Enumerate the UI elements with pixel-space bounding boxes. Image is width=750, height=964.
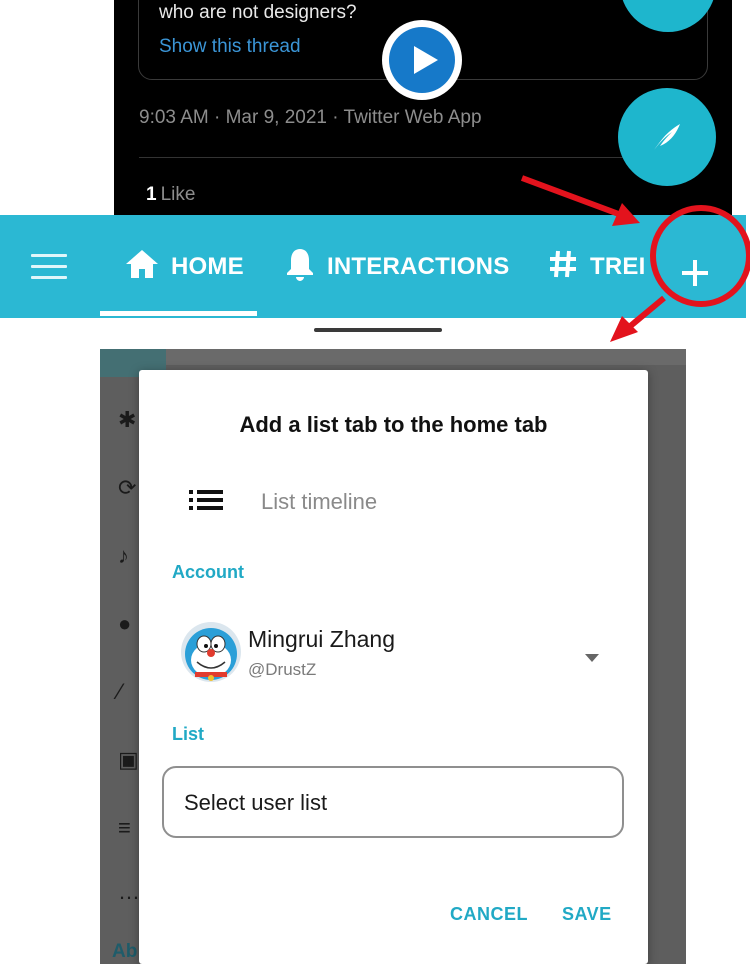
message-icon: ▣ <box>118 747 139 772</box>
like-label: Like <box>160 184 196 205</box>
tweet-detail-panel: who are not designers? Show this thread … <box>114 0 732 215</box>
compose-tweet-fab[interactable] <box>618 88 716 186</box>
bottom-sheet-handle[interactable] <box>314 328 442 332</box>
bell-icon <box>285 247 327 288</box>
hamburger-icon[interactable] <box>31 254 67 280</box>
avatar <box>181 622 241 682</box>
account-section-label: Account <box>172 562 244 582</box>
tab-interactions[interactable]: INTERACTIONS <box>285 247 510 288</box>
dropdown-arrow-icon[interactable] <box>585 649 599 667</box>
bell-icon: ♪ <box>118 543 129 568</box>
dialog-title: Add a list tab to the home tab <box>239 412 548 437</box>
account-handle: @DrustZ <box>248 660 317 679</box>
hashtag-icon <box>548 249 590 286</box>
refresh-icon: ⟳ <box>118 475 137 500</box>
globe-icon: ● <box>118 611 132 636</box>
account-name: Mingrui Zhang <box>248 626 396 652</box>
like-count-row[interactable]: 1 Like <box>146 184 195 206</box>
more-icon: … <box>118 879 140 904</box>
tweet-timestamp: 9:03 AM · Mar 9, 2021 · Twitter Web App <box>139 107 482 128</box>
tab-home[interactable]: HOME <box>125 249 244 285</box>
list-icon <box>189 489 223 516</box>
tab-home-label: HOME <box>171 253 244 280</box>
tab-trends-label: TREI <box>590 253 646 280</box>
list-section-label: List <box>172 724 205 744</box>
add-list-tab-dialog: Add a list tab to the home tab List time… <box>139 370 648 964</box>
user-list-select[interactable]: Select user list <box>162 766 624 838</box>
quoted-tweet-text: who are not designers? <box>159 2 357 23</box>
selected-tab-indicator <box>100 311 257 316</box>
list-icon: ≡ <box>118 815 131 840</box>
drawer-section-label: Ab <box>112 941 138 962</box>
home-tab-bar: HOME INTERACTIONS TREI <box>0 215 746 318</box>
show-thread-link[interactable]: Show this thread <box>159 36 301 58</box>
account-selector[interactable]: Mingrui Zhang @DrustZ <box>181 622 611 684</box>
like-count: 1 <box>146 184 157 205</box>
annotation-highlight-circle <box>650 205 750 307</box>
home-icon <box>125 249 171 286</box>
tab-type-label: List timeline <box>261 489 378 514</box>
puzzle-icon: ✱ <box>118 407 137 432</box>
drawer-strip <box>166 349 686 365</box>
cancel-button[interactable]: CANCEL <box>450 904 528 925</box>
tab-interactions-label: INTERACTIONS <box>327 253 510 280</box>
video-play-button[interactable] <box>382 20 462 100</box>
save-button[interactable]: SAVE <box>562 904 612 925</box>
feather-icon: ⁄ <box>118 679 122 704</box>
tab-trends[interactable]: TREI <box>548 249 645 285</box>
tab-type-row: List timeline <box>189 482 377 522</box>
user-list-select-placeholder: Select user list <box>184 790 328 815</box>
